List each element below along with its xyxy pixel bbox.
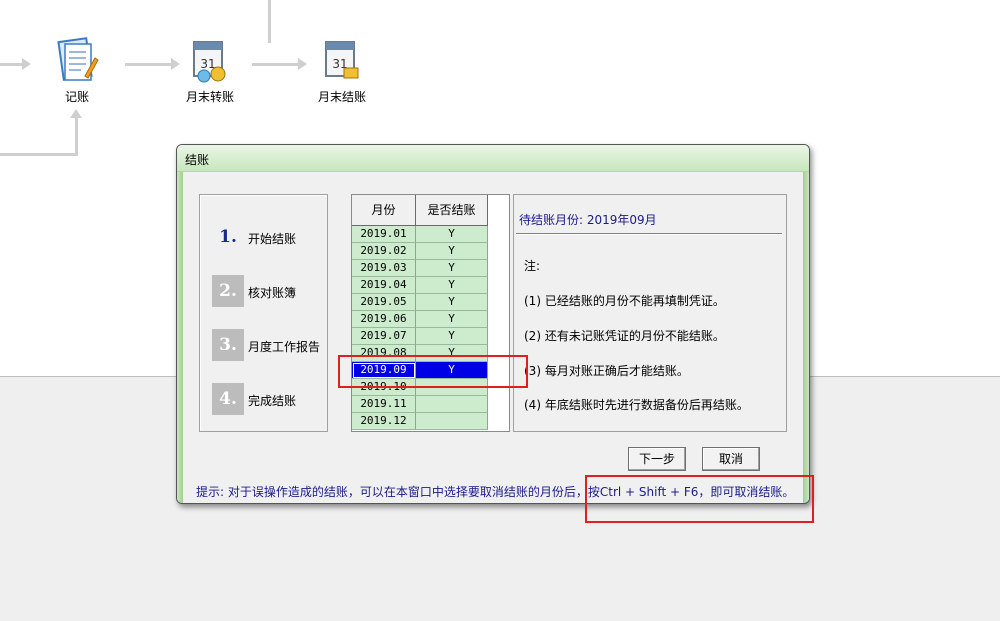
table-row[interactable]: 2019.07 Y [352,328,488,345]
next-button[interactable]: 下一步 [628,447,686,471]
note-item: (4) 年底结账时先进行数据备份后再结账。 [524,398,749,412]
month-status-table: 月份 是否结账 2019.01 Y 2019.02 Y 2019.03 Y 2019.04 Y… [351,194,510,432]
calendar-close-icon: 31 [320,36,364,84]
table-row[interactable]: 2019.01 Y [352,226,488,243]
closed-status-cell[interactable] [416,396,488,413]
closed-status-cell[interactable]: Y [416,226,488,243]
closed-status-cell[interactable]: Y [416,294,488,311]
flow-connector [0,63,22,66]
flow-node-label: 记账 [64,90,89,104]
month-cell[interactable]: 2019.06 [352,311,416,328]
table-row[interactable]: 2019.03 Y [352,260,488,277]
flow-connector [125,63,171,66]
note-item: (2) 还有未记账凭证的月份不能结账。 [524,329,725,343]
table-row[interactable]: 2019.12 [352,413,488,430]
dialog-title: 结账 [185,153,210,167]
notes-title: 注: [524,259,541,273]
table-row[interactable]: 2019.11 [352,396,488,413]
arrow-right-icon [22,58,31,70]
table-row[interactable]: 2019.05 Y [352,294,488,311]
closed-status-cell[interactable]: Y [416,243,488,260]
dialog-titlebar[interactable]: 结账 [177,145,809,172]
closed-status-cell[interactable]: Y [416,260,488,277]
month-cell[interactable]: 2019.11 [352,396,416,413]
flow-connector [268,0,271,43]
closed-status-cell[interactable]: Y [416,277,488,294]
note-item: (3) 每月对账正确后才能结账。 [524,364,689,378]
month-cell[interactable]: 2019.07 [352,328,416,345]
step-label: 月度工作报告 [248,340,321,354]
highlight-box-shortcut-hint [585,475,814,523]
step-2-icon: 2. [212,275,244,307]
flow-connector [252,63,298,66]
table-row[interactable]: 2019.06 Y [352,311,488,328]
flow-connector [75,118,78,156]
month-cell[interactable]: 2019.01 [352,226,416,243]
month-cell[interactable]: 2019.05 [352,294,416,311]
step-label: 完成结账 [248,394,297,408]
closed-status-cell[interactable]: Y [416,311,488,328]
flow-connector [0,153,78,156]
month-cell[interactable]: 2019.12 [352,413,416,430]
divider [516,233,782,235]
calendar-transfer-icon: 31 [188,36,232,84]
step-3-icon: 3. [212,329,244,361]
closed-status-cell[interactable]: Y [416,328,488,345]
table-row[interactable]: 2019.04 Y [352,277,488,294]
month-cell[interactable]: 2019.04 [352,277,416,294]
ledger-icon [55,36,99,84]
step-label: 核对账簿 [248,286,297,300]
column-header-closed: 是否结账 [416,195,488,226]
dialog-frame [803,172,809,503]
step-label: 开始结账 [248,232,297,246]
highlight-box-selected-month [338,355,528,388]
column-header-month: 月份 [352,195,416,226]
dialog-content: 1. 开始结账 2. 核对账簿 3. 月度工作报告 4. 完成结账 月份 是否结… [183,172,803,503]
flow-node-ledger[interactable]: 记账 [37,36,117,105]
arrow-up-icon [70,109,82,118]
month-cell[interactable]: 2019.02 [352,243,416,260]
cancel-button[interactable]: 取消 [702,447,760,471]
info-panel: 待结账月份: 2019年09月 注: (1) 已经结账的月份不能再填制凭证。 (… [513,194,787,432]
step-4-icon: 4. [212,383,244,415]
flow-node-label: 月末结账 [317,90,366,104]
table-body: 2019.01 Y 2019.02 Y 2019.03 Y 2019.04 Y 2019.05 Y… [352,226,488,430]
flow-node-month-end-transfer[interactable]: 31 月末转账 [170,36,250,105]
close-accounts-dialog: 结账 1. 开始结账 2. 核对账簿 3. 月度工作报告 4. 完成结账 月份 [176,144,810,504]
closed-status-cell[interactable] [416,413,488,430]
pending-month-text: 待结账月份: 2019年09月 [519,213,657,227]
flow-node-month-end-close[interactable]: 31 月末结账 [302,36,382,105]
note-item: (1) 已经结账的月份不能再填制凭证。 [524,294,725,308]
wizard-steps-panel: 1. 开始结账 2. 核对账簿 3. 月度工作报告 4. 完成结账 [199,194,328,432]
month-cell[interactable]: 2019.03 [352,260,416,277]
step-1-icon: 1. [212,221,244,253]
flow-node-label: 月末转账 [185,90,234,104]
table-row[interactable]: 2019.02 Y [352,243,488,260]
